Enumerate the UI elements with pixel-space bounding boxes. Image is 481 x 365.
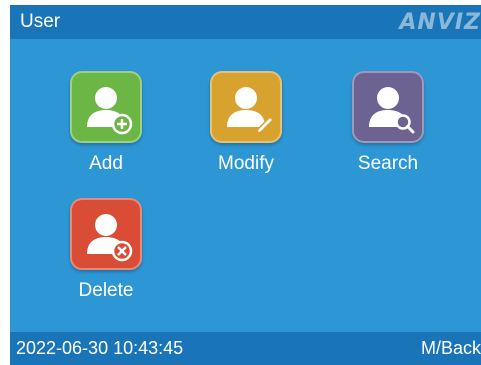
modify-user-tile[interactable]: Modify [196,71,296,196]
add-user-button[interactable] [70,71,142,143]
user-delete-icon [87,214,133,262]
search-user-tile[interactable]: Search [338,71,438,196]
modify-label: Modify [218,153,274,174]
title-bar: User ANVIZ [10,5,481,39]
search-user-button[interactable] [352,71,424,143]
search-label: Search [357,153,419,174]
modify-user-button[interactable] [210,71,282,143]
delete-user-button[interactable] [70,198,142,270]
delete-label: Delete [78,280,134,301]
add-user-tile[interactable]: Add [56,71,156,196]
add-label: Add [89,153,123,174]
datetime-display: 2022-06-30 10:43:45 [16,338,184,358]
brand-logo: ANVIZ [399,10,481,35]
back-hint[interactable]: M/Back [421,338,481,359]
user-edit-icon [227,87,275,135]
user-add-icon [87,87,133,135]
user-search-icon [369,87,415,134]
status-bar: 2022-06-30 10:43:45 M/Back [10,332,481,365]
screen-title: User [20,11,61,32]
delete-user-tile[interactable]: Delete [56,198,156,323]
device-screen: User ANVIZ Add Modify Search Delete 2022… [10,5,481,365]
